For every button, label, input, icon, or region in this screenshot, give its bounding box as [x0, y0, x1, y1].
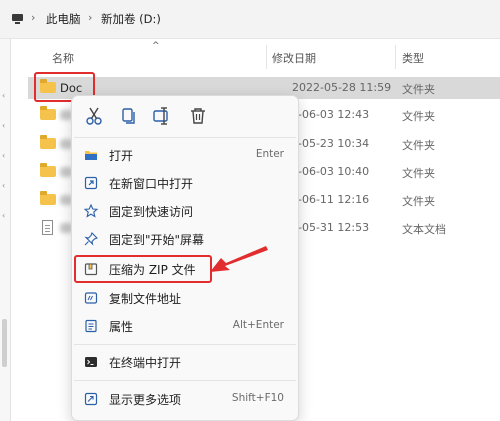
annotation-arrow-icon — [210, 246, 268, 272]
